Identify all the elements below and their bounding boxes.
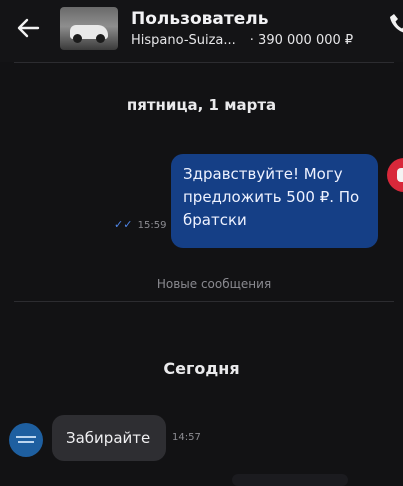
listing-price: · 390 000 000 ₽ [249, 33, 354, 48]
new-messages-divider [14, 301, 394, 302]
date-separator: пятница, 1 марта [126, 96, 277, 114]
listing-name: Hispano-Suiza... [131, 33, 236, 48]
incoming-message-time: 14:57 [172, 432, 201, 443]
scroll-hint [232, 474, 348, 486]
new-messages-label: Новые сообщения [156, 277, 272, 291]
header-divider [14, 62, 394, 63]
incoming-message-bubble[interactable]: Забирайте [52, 415, 166, 461]
chat-title[interactable]: Пользователь [131, 9, 268, 29]
seller-avatar[interactable] [9, 423, 43, 457]
phone-icon[interactable] [389, 12, 403, 34]
today-separator: Сегодня [163, 359, 240, 378]
outgoing-message-time: 15:59 [137, 220, 167, 231]
outgoing-message-text: Здравствуйте! Могу предложить 500 ₽. По … [183, 165, 360, 229]
wheel-icon [96, 34, 105, 43]
wheel-icon [73, 34, 82, 43]
reaction-icon[interactable] [387, 158, 403, 192]
double-check-icon: ✓✓ [114, 218, 133, 231]
chat-header: Пользователь Hispano-Suiza... · 390 000 0… [0, 0, 403, 62]
listing-thumbnail[interactable] [60, 7, 118, 50]
outgoing-message-meta: ✓✓ 15:59 [114, 218, 166, 231]
outgoing-message-bubble[interactable]: Здравствуйте! Могу предложить 500 ₽. По … [171, 154, 378, 248]
listing-summary[interactable]: Hispano-Suiza... · 390 000 000 ₽ [131, 33, 353, 48]
incoming-message-text: Забирайте [66, 429, 151, 447]
back-arrow-icon[interactable] [14, 14, 42, 42]
